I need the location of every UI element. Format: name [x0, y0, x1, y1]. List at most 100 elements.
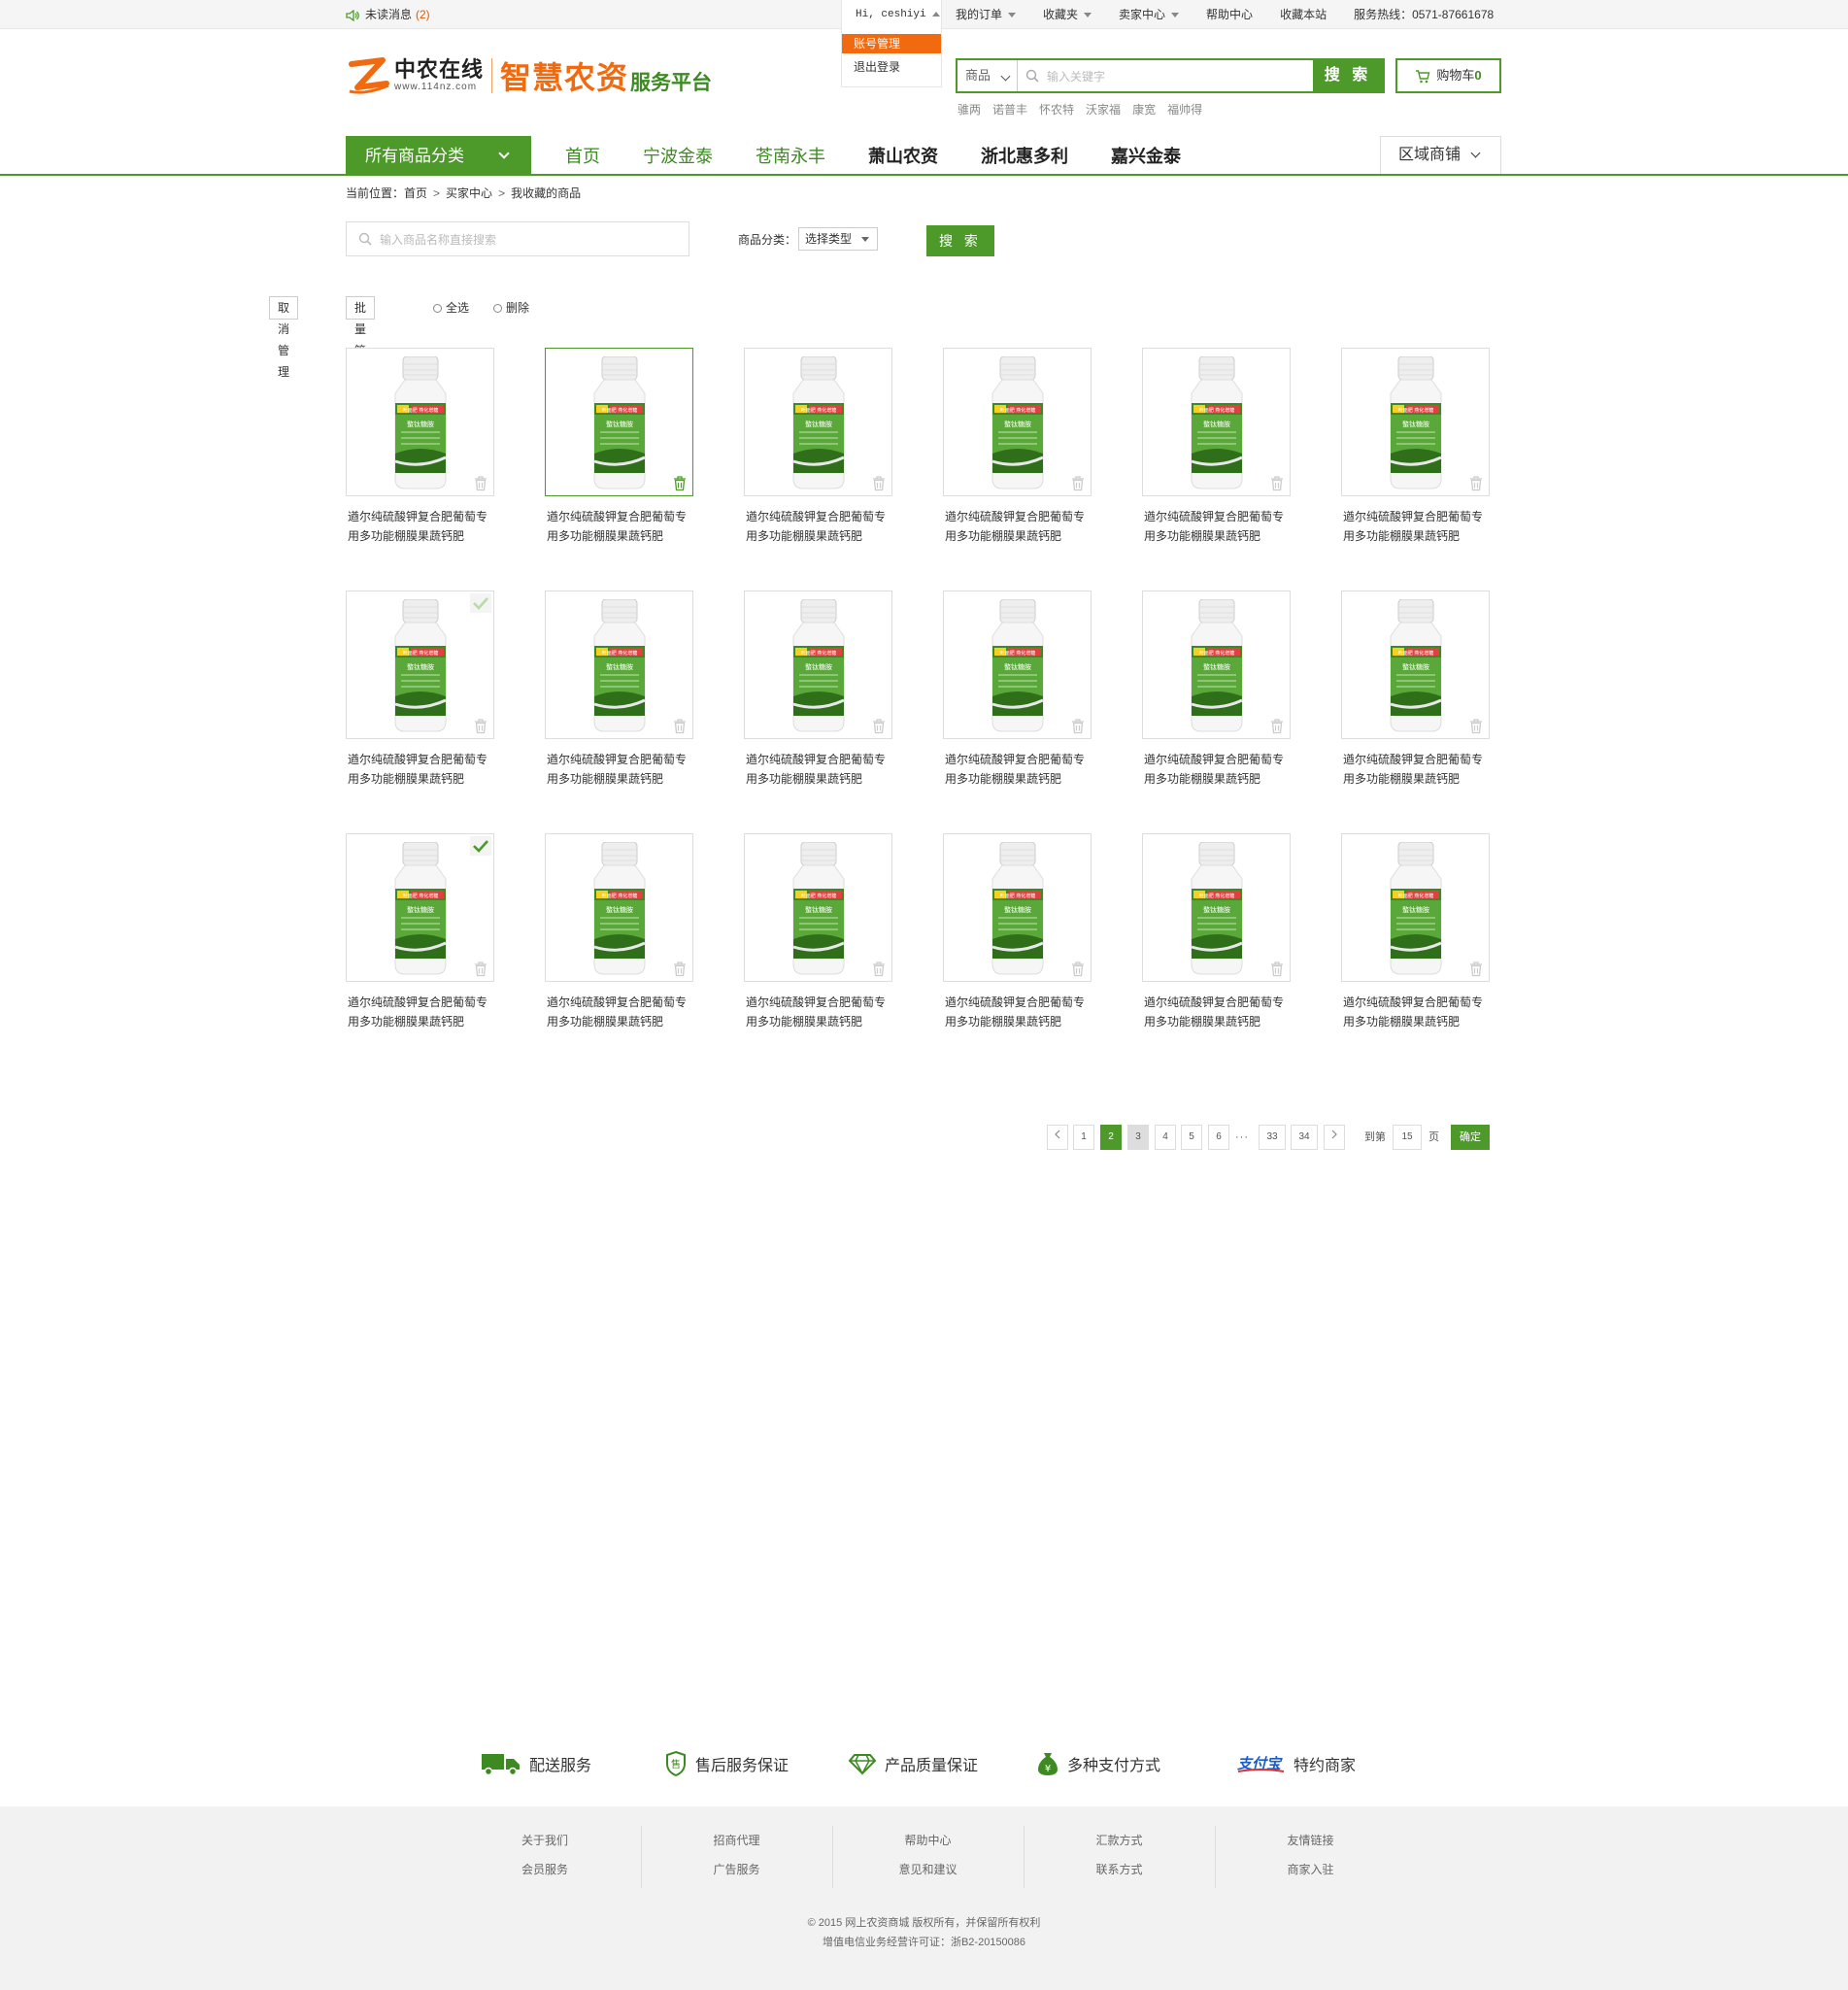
footer-link[interactable]: 招商代理 — [642, 1826, 831, 1855]
product-name-search-input[interactable]: 输入商品名称直接搜索 — [346, 221, 689, 256]
hot-keyword[interactable]: 沃家福 — [1086, 101, 1121, 118]
page-34[interactable]: 34 — [1291, 1125, 1318, 1150]
footer-link[interactable]: 意见和建议 — [833, 1855, 1023, 1884]
delete-radio[interactable]: 删除 — [493, 296, 529, 320]
hot-keyword[interactable]: 诺普丰 — [992, 101, 1027, 118]
search-category-select[interactable]: 商品 — [958, 60, 1018, 91]
trash-icon[interactable] — [474, 476, 487, 491]
nav-item-home[interactable]: 首页 — [544, 136, 622, 176]
product-name[interactable]: 遒尔纯硫酸钾复合肥葡萄专 用多功能棚膜果蔬钙肥 — [547, 507, 697, 546]
goto-page-input[interactable]: 15 — [1393, 1125, 1422, 1150]
my-orders-link[interactable]: 我的订单 — [942, 0, 1029, 29]
product-name[interactable]: 遒尔纯硫酸钾复合肥葡萄专 用多功能棚膜果蔬钙肥 — [945, 507, 1095, 546]
hot-keyword[interactable]: 骓两 — [958, 101, 981, 118]
trash-icon[interactable] — [1071, 961, 1085, 977]
product-image[interactable]: 叶面肥 燕化增糖 螯钛糖胺 — [943, 590, 1092, 739]
product-name[interactable]: 遒尔纯硫酸钾复合肥葡萄专 用多功能棚膜果蔬钙肥 — [1343, 750, 1494, 789]
product-image[interactable]: 叶面肥 燕化增糖 螯钛糖胺 — [346, 590, 494, 739]
hot-keyword[interactable]: 福帅得 — [1167, 101, 1202, 118]
batch-manage-button[interactable]: 批量管理 — [346, 296, 376, 379]
trash-icon[interactable] — [673, 719, 687, 734]
page-6[interactable]: 6 — [1208, 1125, 1229, 1150]
footer-link[interactable]: 帮助中心 — [833, 1826, 1023, 1855]
product-image[interactable]: 叶面肥 燕化增糖 螯钛糖胺 — [1341, 348, 1490, 496]
trash-icon[interactable] — [474, 719, 487, 734]
goto-confirm-button[interactable]: 确定 — [1451, 1125, 1490, 1150]
category-select[interactable]: 选择类型 — [798, 227, 878, 251]
trash-icon[interactable] — [872, 476, 886, 491]
account-management-item[interactable]: 账号管理 — [842, 34, 941, 53]
product-name[interactable]: 遒尔纯硫酸钾复合肥葡萄专 用多功能棚膜果蔬钙肥 — [945, 750, 1095, 789]
product-name[interactable]: 遒尔纯硫酸钾复合肥葡萄专 用多功能棚膜果蔬钙肥 — [1144, 750, 1294, 789]
check-icon[interactable] — [470, 593, 491, 613]
page-4[interactable]: 4 — [1155, 1125, 1176, 1150]
product-image[interactable]: 叶面肥 燕化增糖 螯钛糖胺 — [346, 348, 494, 496]
product-name[interactable]: 遒尔纯硫酸钾复合肥葡萄专 用多功能棚膜果蔬钙肥 — [945, 993, 1095, 1031]
product-name[interactable]: 遒尔纯硫酸钾复合肥葡萄专 用多功能棚膜果蔬钙肥 — [1343, 993, 1494, 1031]
page-3[interactable]: 3 — [1127, 1125, 1149, 1150]
trash-icon[interactable] — [872, 961, 886, 977]
trash-icon[interactable] — [1270, 719, 1284, 734]
product-name[interactable]: 遒尔纯硫酸钾复合肥葡萄专 用多功能棚膜果蔬钙肥 — [1144, 507, 1294, 546]
nav-item-cangnan-yongfeng[interactable]: 苍南永丰 — [734, 136, 847, 176]
cancel-manage-button[interactable]: 取消管理 — [269, 296, 299, 379]
select-all-radio[interactable]: 全选 — [433, 296, 469, 320]
nav-item-jiaxing-jintai[interactable]: 嘉兴金泰 — [1090, 136, 1202, 176]
product-image[interactable]: 叶面肥 燕化增糖 螯钛糖胺 — [346, 833, 494, 982]
site-logo[interactable]: 中农在线 www.114nz.com 智慧农资 服务平台 — [346, 54, 712, 97]
check-icon[interactable] — [470, 836, 491, 856]
hot-keyword[interactable]: 怀农特 — [1039, 101, 1074, 118]
trash-icon[interactable] — [1071, 719, 1085, 734]
product-image[interactable]: 叶面肥 燕化增糖 螯钛糖胺 — [744, 348, 892, 496]
nav-item-zhebei[interactable]: 浙北惠多利 — [959, 136, 1090, 176]
trash-icon[interactable] — [1469, 719, 1483, 734]
nav-item-ningbo-jintai[interactable]: 宁波金泰 — [622, 136, 734, 176]
product-name[interactable]: 遒尔纯硫酸钾复合肥葡萄专 用多功能棚膜果蔬钙肥 — [746, 507, 896, 546]
breadcrumb-home[interactable]: 首页 — [404, 186, 427, 200]
product-image[interactable]: 叶面肥 燕化增糖 螯钛糖胺 — [1142, 348, 1291, 496]
trash-icon[interactable] — [1469, 476, 1483, 491]
all-categories-button[interactable]: 所有商品分类 — [346, 136, 531, 176]
trash-icon[interactable] — [673, 961, 687, 977]
seller-center-link[interactable]: 卖家中心 — [1105, 0, 1193, 29]
product-name[interactable]: 遒尔纯硫酸钾复合肥葡萄专 用多功能棚膜果蔬钙肥 — [746, 750, 896, 789]
product-image[interactable]: 叶面肥 燕化增糖 螯钛糖胺 — [943, 833, 1092, 982]
footer-link[interactable]: 联系方式 — [1025, 1855, 1214, 1884]
logout-item[interactable]: 退出登录 — [842, 57, 941, 77]
trash-icon[interactable] — [673, 476, 687, 491]
breadcrumb-buyer-center[interactable]: 买家中心 — [446, 186, 492, 200]
bookmark-site-link[interactable]: 收藏本站 — [1266, 0, 1340, 29]
product-image[interactable]: 叶面肥 燕化增糖 螯钛糖胺 — [1142, 590, 1291, 739]
footer-link[interactable]: 广告服务 — [642, 1855, 831, 1884]
footer-link[interactable]: 关于我们 — [450, 1826, 640, 1855]
help-center-link[interactable]: 帮助中心 — [1193, 0, 1266, 29]
product-name[interactable]: 遒尔纯硫酸钾复合肥葡萄专 用多功能棚膜果蔬钙肥 — [746, 993, 896, 1031]
product-name[interactable]: 遒尔纯硫酸钾复合肥葡萄专 用多功能棚膜果蔬钙肥 — [547, 993, 697, 1031]
page-2-current[interactable]: 2 — [1100, 1125, 1122, 1150]
product-name[interactable]: 遒尔纯硫酸钾复合肥葡萄专 用多功能棚膜果蔬钙肥 — [1144, 993, 1294, 1031]
search-input[interactable]: 输入关键字 — [1018, 60, 1313, 91]
product-image[interactable]: 叶面肥 燕化增糖 螯钛糖胺 — [1341, 590, 1490, 739]
footer-link[interactable]: 商家入驻 — [1216, 1855, 1405, 1884]
product-image[interactable]: 叶面肥 燕化增糖 螯钛糖胺 — [545, 833, 693, 982]
region-shops-dropdown[interactable]: 区域商铺 — [1380, 136, 1501, 174]
product-image[interactable]: 叶面肥 燕化增糖 螯钛糖胺 — [545, 590, 693, 739]
product-name[interactable]: 遒尔纯硫酸钾复合肥葡萄专 用多功能棚膜果蔬钙肥 — [348, 750, 498, 789]
unread-messages[interactable]: 未读消息 (2) — [346, 0, 430, 29]
trash-icon[interactable] — [1071, 476, 1085, 491]
trash-icon[interactable] — [1270, 961, 1284, 977]
page-1[interactable]: 1 — [1073, 1125, 1094, 1150]
trash-icon[interactable] — [474, 961, 487, 977]
trash-icon[interactable] — [872, 719, 886, 734]
product-image[interactable]: 叶面肥 燕化增糖 螯钛糖胺 — [744, 833, 892, 982]
product-image[interactable]: 叶面肥 燕化增糖 螯钛糖胺 — [744, 590, 892, 739]
next-page-button[interactable] — [1324, 1125, 1345, 1150]
product-image[interactable]: 叶面肥 燕化增糖 螯钛糖胺 — [545, 348, 693, 496]
trash-icon[interactable] — [1469, 961, 1483, 977]
product-name[interactable]: 遒尔纯硫酸钾复合肥葡萄专 用多功能棚膜果蔬钙肥 — [348, 507, 498, 546]
footer-link[interactable]: 会员服务 — [450, 1855, 640, 1884]
product-name[interactable]: 遒尔纯硫酸钾复合肥葡萄专 用多功能棚膜果蔬钙肥 — [1343, 507, 1494, 546]
footer-link[interactable]: 友情链接 — [1216, 1826, 1405, 1855]
product-name[interactable]: 遒尔纯硫酸钾复合肥葡萄专 用多功能棚膜果蔬钙肥 — [348, 993, 498, 1031]
favorites-link[interactable]: 收藏夹 — [1029, 0, 1105, 29]
